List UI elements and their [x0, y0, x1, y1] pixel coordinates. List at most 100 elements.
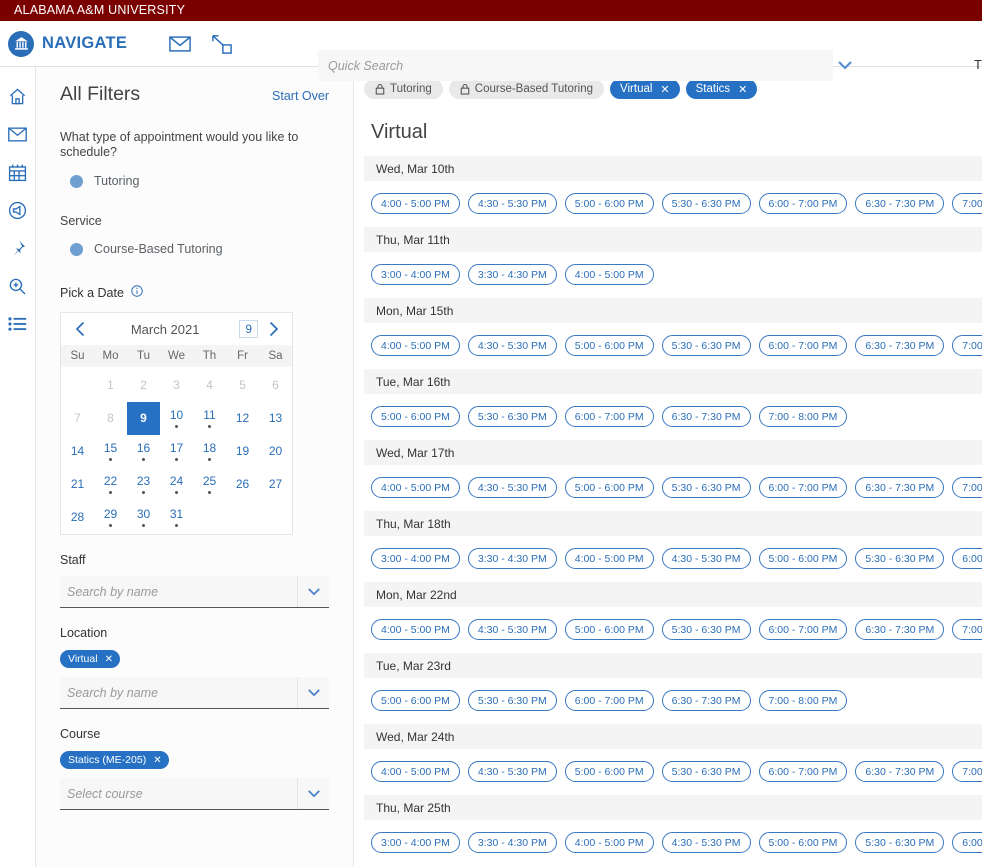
time-slot-button[interactable]: 7:00 - 8:00 PM: [952, 619, 982, 640]
chevron-down-icon[interactable]: [297, 576, 329, 607]
calendar-day-cell[interactable]: 12: [226, 402, 259, 435]
time-slot-button[interactable]: 4:30 - 5:30 PM: [468, 761, 557, 782]
screen-resize-icon[interactable]: [209, 31, 235, 57]
time-slot-button[interactable]: 5:30 - 6:30 PM: [468, 406, 557, 427]
calendar-day-cell[interactable]: 22: [94, 468, 127, 501]
chevron-down-icon[interactable]: [837, 57, 853, 75]
search-input[interactable]: [318, 50, 833, 81]
calendar-day-cell[interactable]: 17: [160, 435, 193, 468]
calendar-day-cell[interactable]: 25: [193, 468, 226, 501]
time-slot-button[interactable]: 5:30 - 6:30 PM: [662, 335, 751, 356]
staff-input[interactable]: [60, 584, 297, 600]
envelope-icon[interactable]: [0, 115, 35, 153]
info-icon[interactable]: [131, 284, 143, 302]
calendar-day-badge[interactable]: 9: [239, 320, 258, 338]
time-slot-button[interactable]: 4:30 - 5:30 PM: [468, 619, 557, 640]
time-slot-button[interactable]: 6:30 - 7:30 PM: [855, 619, 944, 640]
time-slot-button[interactable]: 5:00 - 6:00 PM: [759, 548, 848, 569]
time-slot-button[interactable]: 6:00 - 7:00 PM: [565, 690, 654, 711]
time-slot-button[interactable]: 5:00 - 6:00 PM: [565, 619, 654, 640]
time-slot-button[interactable]: 6:00 - 7:00 PM: [759, 477, 848, 498]
time-slot-button[interactable]: 5:00 - 6:00 PM: [565, 335, 654, 356]
staff-select[interactable]: [60, 576, 329, 608]
time-slot-button[interactable]: 5:00 - 6:00 PM: [371, 690, 460, 711]
calendar-day-cell[interactable]: 24: [160, 468, 193, 501]
calendar-day-cell[interactable]: 27: [259, 468, 292, 501]
calendar-day-cell[interactable]: 13: [259, 402, 292, 435]
time-slot-button[interactable]: 5:00 - 6:00 PM: [371, 406, 460, 427]
time-slot-button[interactable]: 4:30 - 5:30 PM: [468, 335, 557, 356]
time-slot-button[interactable]: 6:30 - 7:30 PM: [855, 193, 944, 214]
time-slot-button[interactable]: 7:00 - 8:00 PM: [952, 761, 982, 782]
time-slot-button[interactable]: 4:00 - 5:00 PM: [371, 761, 460, 782]
time-slot-button[interactable]: 5:30 - 6:30 PM: [662, 619, 751, 640]
remove-tag-icon[interactable]: ✕: [105, 654, 113, 665]
time-slot-button[interactable]: 4:30 - 5:30 PM: [662, 548, 751, 569]
time-slot-button[interactable]: 4:00 - 5:00 PM: [371, 619, 460, 640]
chevron-down-icon[interactable]: [297, 778, 329, 809]
calendar-day-cell[interactable]: 14: [61, 435, 94, 468]
time-slot-button[interactable]: 4:00 - 5:00 PM: [565, 548, 654, 569]
calendar-icon[interactable]: [0, 153, 35, 191]
time-slot-button[interactable]: 4:00 - 5:00 PM: [565, 832, 654, 853]
remove-chip-icon[interactable]: ✕: [660, 83, 669, 96]
appointment-type-option[interactable]: Tutoring: [60, 174, 329, 188]
location-select[interactable]: [60, 677, 329, 709]
calendar-day-cell[interactable]: 18: [193, 435, 226, 468]
time-slot-button[interactable]: 3:30 - 4:30 PM: [468, 548, 557, 569]
removable-filter-chip[interactable]: Statics✕: [686, 79, 758, 99]
calendar-day-cell[interactable]: 31: [160, 501, 193, 534]
calendar-day-cell[interactable]: 19: [226, 435, 259, 468]
calendar-day-cell[interactable]: 30: [127, 501, 160, 534]
envelope-icon[interactable]: [167, 31, 193, 57]
time-slot-button[interactable]: 7:00 - 8:00 PM: [759, 406, 848, 427]
time-slot-button[interactable]: 4:30 - 5:30 PM: [468, 193, 557, 214]
calendar-day-cell[interactable]: 9: [127, 402, 160, 435]
calendar-day-cell[interactable]: 20: [259, 435, 292, 468]
time-slot-button[interactable]: 7:00 - 8:00 PM: [952, 193, 982, 214]
time-slot-button[interactable]: 6:00 - 7:00 PM: [759, 193, 848, 214]
remove-chip-icon[interactable]: ✕: [738, 83, 747, 96]
time-slot-button[interactable]: 6:30 - 7:30 PM: [855, 477, 944, 498]
time-slot-button[interactable]: 6:00 - 7:00 PM: [952, 548, 982, 569]
time-slot-button[interactable]: 6:00 - 7:00 PM: [565, 406, 654, 427]
calendar-day-cell[interactable]: 23: [127, 468, 160, 501]
calendar-day-cell[interactable]: 28: [61, 501, 94, 534]
time-slot-button[interactable]: 5:30 - 6:30 PM: [662, 477, 751, 498]
tag-pill[interactable]: Statics (ME-205) ✕: [60, 751, 169, 769]
time-slot-button[interactable]: 4:00 - 5:00 PM: [371, 193, 460, 214]
time-slot-button[interactable]: 5:30 - 6:30 PM: [662, 761, 751, 782]
time-slot-button[interactable]: 7:00 - 8:00 PM: [952, 335, 982, 356]
calendar-day-cell[interactable]: 15: [94, 435, 127, 468]
time-slot-button[interactable]: 5:00 - 6:00 PM: [565, 193, 654, 214]
time-slot-button[interactable]: 6:00 - 7:00 PM: [759, 619, 848, 640]
list-icon[interactable]: [0, 305, 35, 343]
calendar-day-cell[interactable]: 21: [61, 468, 94, 501]
chevron-down-icon[interactable]: [297, 677, 329, 708]
brand-logo[interactable]: NAVIGATE: [0, 31, 127, 57]
time-slot-button[interactable]: 4:30 - 5:30 PM: [662, 832, 751, 853]
time-slot-button[interactable]: 4:30 - 5:30 PM: [468, 477, 557, 498]
time-slot-button[interactable]: 5:30 - 6:30 PM: [468, 690, 557, 711]
date-picker-calendar[interactable]: March 2021 9 SuMoTuWeThFrSa 123456789101…: [60, 312, 293, 535]
time-slot-button[interactable]: 3:00 - 4:00 PM: [371, 832, 460, 853]
time-slot-button[interactable]: 5:30 - 6:30 PM: [662, 193, 751, 214]
time-slot-button[interactable]: 6:30 - 7:30 PM: [855, 335, 944, 356]
chevron-left-icon[interactable]: [69, 321, 91, 337]
home-icon[interactable]: [0, 77, 35, 115]
calendar-day-cell[interactable]: 10: [160, 402, 193, 435]
time-slot-button[interactable]: 5:00 - 6:00 PM: [565, 761, 654, 782]
removable-filter-chip[interactable]: Virtual✕: [610, 79, 680, 99]
search-plus-icon[interactable]: [0, 267, 35, 305]
time-slot-button[interactable]: 6:30 - 7:30 PM: [662, 690, 751, 711]
time-slot-button[interactable]: 5:00 - 6:00 PM: [759, 832, 848, 853]
time-slot-button[interactable]: 6:00 - 7:00 PM: [952, 832, 982, 853]
time-slot-button[interactable]: 7:00 - 8:00 PM: [952, 477, 982, 498]
course-select[interactable]: [60, 778, 329, 810]
calendar-day-cell[interactable]: 26: [226, 468, 259, 501]
service-option[interactable]: Course-Based Tutoring: [60, 242, 329, 256]
time-slot-button[interactable]: 4:00 - 5:00 PM: [565, 264, 654, 285]
time-slot-button[interactable]: 6:00 - 7:00 PM: [759, 761, 848, 782]
campaign-icon[interactable]: [0, 191, 35, 229]
remove-tag-icon[interactable]: ✕: [153, 755, 161, 766]
